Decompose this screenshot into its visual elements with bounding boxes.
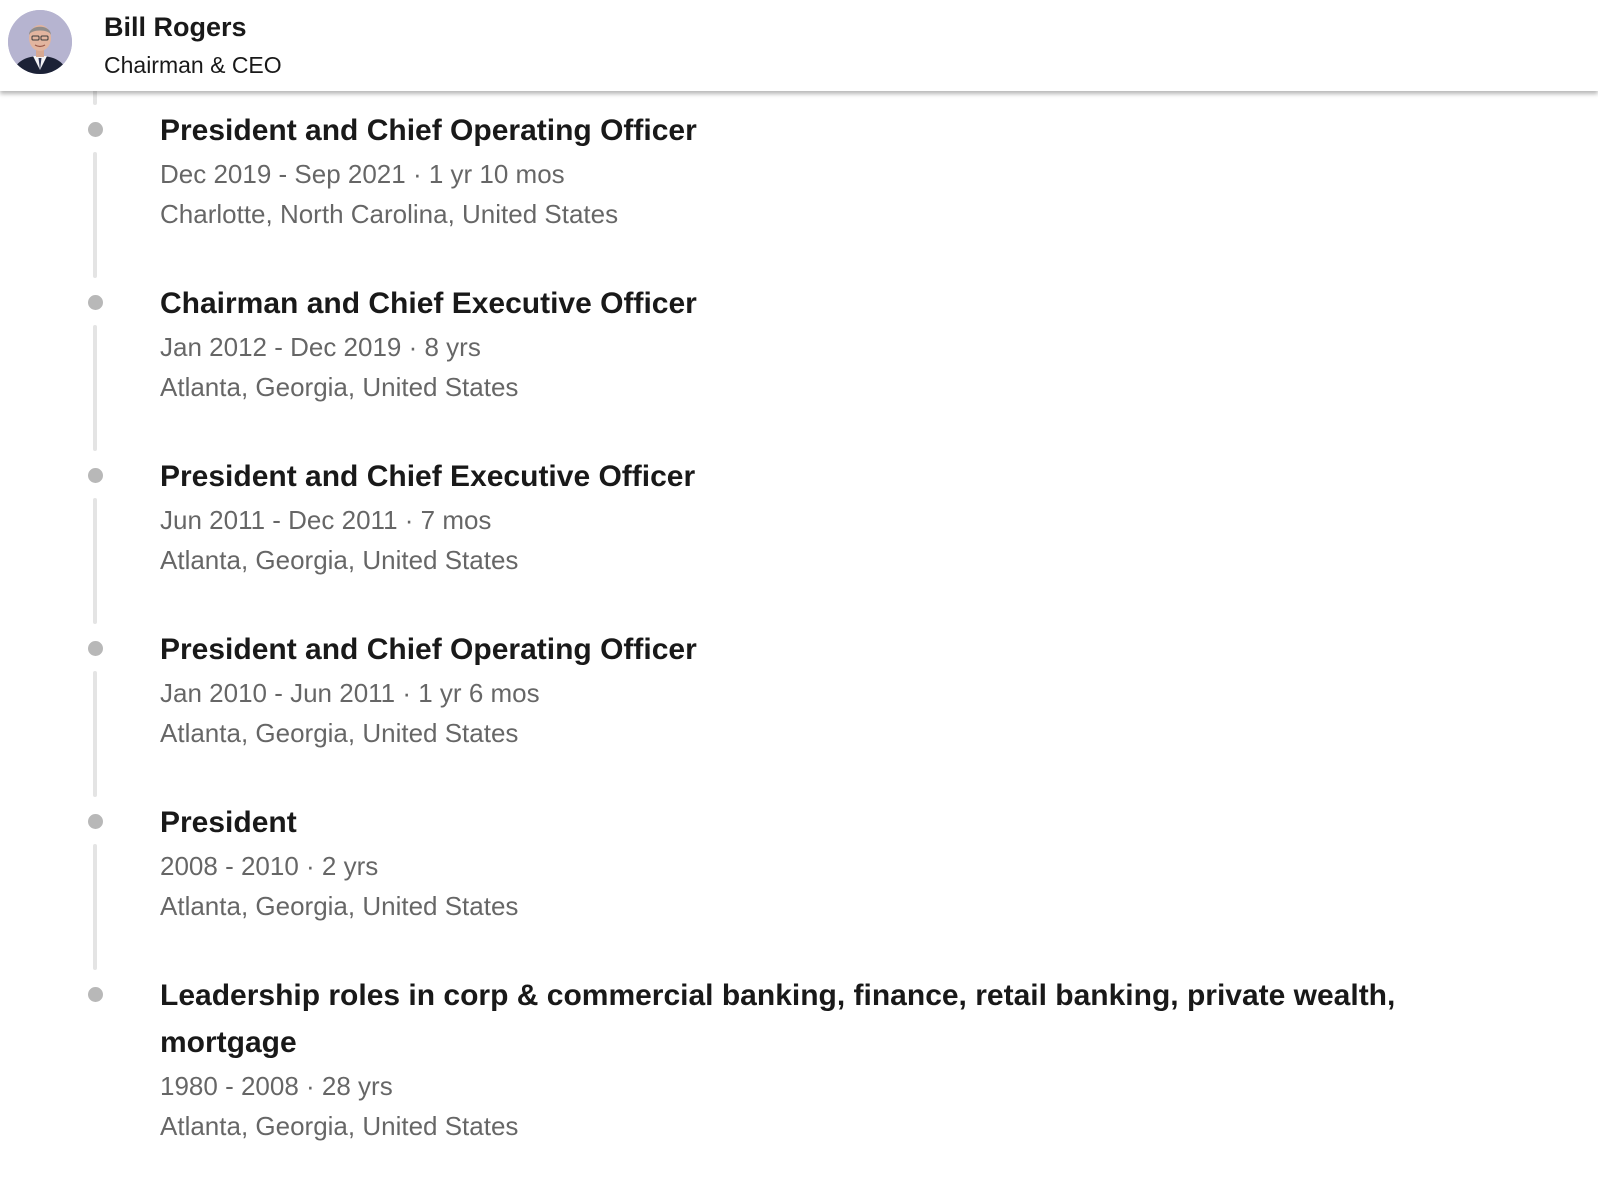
timeline-dot	[88, 295, 103, 310]
position-location: Atlanta, Georgia, United States	[160, 545, 519, 575]
position-item: Leadership roles in corp & commercial ba…	[160, 972, 1490, 1146]
position-title: Leadership roles in corp & commercial ba…	[160, 979, 1396, 1059]
profile-headline: Chairman & CEO	[104, 52, 282, 78]
profile-avatar[interactable]	[8, 10, 72, 74]
position-location: Atlanta, Georgia, United States	[160, 891, 519, 921]
position-location: Atlanta, Georgia, United States	[160, 372, 519, 402]
position-title: President	[160, 806, 297, 839]
position-dates: Jun 2011 - Dec 2011 · 7 mos	[160, 505, 492, 535]
timeline-line	[93, 89, 97, 105]
position-location: Atlanta, Georgia, United States	[160, 718, 519, 748]
position-title: President and Chief Executive Officer	[160, 460, 696, 493]
position-item: Chairman and Chief Executive Officer Jan…	[160, 280, 1490, 407]
position-dates: Jan 2012 - Dec 2019 · 8 yrs	[160, 332, 481, 362]
position-dates: Jan 2010 - Jun 2011 · 1 yr 6 mos	[160, 678, 540, 708]
position-location: Atlanta, Georgia, United States	[160, 1111, 519, 1141]
timeline-line	[93, 498, 97, 624]
timeline-dot	[88, 987, 103, 1002]
timeline-dot	[88, 122, 103, 137]
timeline-dot	[88, 641, 103, 656]
timeline-line	[93, 325, 97, 451]
timeline-dot	[88, 814, 103, 829]
position-item: President and Chief Operating Officer Ja…	[160, 626, 1490, 753]
position-item: President and Chief Executive Officer Ju…	[160, 453, 1490, 580]
position-dates: Dec 2019 - Sep 2021 · 1 yr 10 mos	[160, 159, 565, 189]
position-item: President 2008 - 2010 · 2 yrs Atlanta, G…	[160, 799, 1490, 926]
position-title: President and Chief Operating Officer	[160, 114, 697, 147]
position-dates: 1980 - 2008 · 28 yrs	[160, 1071, 393, 1101]
avatar-photo-icon	[8, 10, 72, 74]
experience-timeline: President and Chief Operating Officer De…	[0, 0, 1598, 1188]
timeline-line	[93, 152, 97, 278]
position-title: Chairman and Chief Executive Officer	[160, 287, 697, 320]
timeline-line	[93, 844, 97, 970]
sticky-profile-header: Bill Rogers Chairman & CEO	[0, 0, 1598, 91]
position-item: President and Chief Operating Officer De…	[160, 107, 1490, 234]
position-location: Charlotte, North Carolina, United States	[160, 199, 619, 229]
position-title: President and Chief Operating Officer	[160, 633, 697, 666]
position-dates: 2008 - 2010 · 2 yrs	[160, 851, 379, 881]
timeline-dot	[88, 468, 103, 483]
profile-name[interactable]: Bill Rogers	[104, 12, 247, 43]
timeline-line	[93, 671, 97, 797]
